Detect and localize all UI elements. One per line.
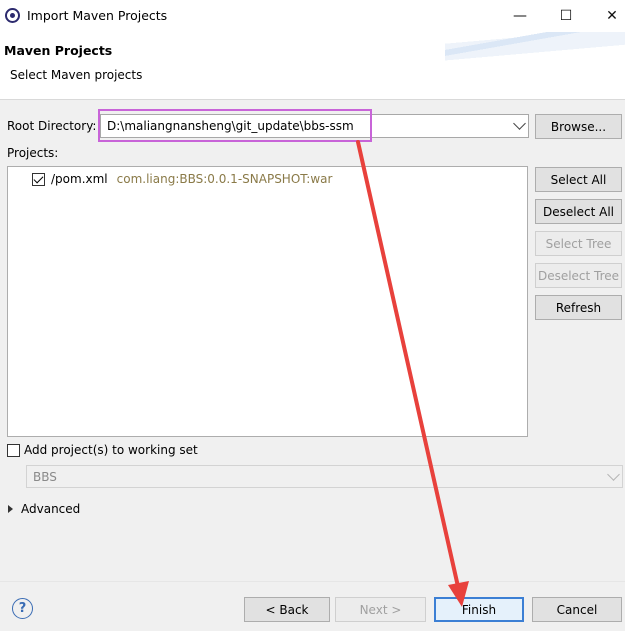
root-directory-label: Root Directory:	[7, 119, 97, 133]
tree-item-coordinates: com.liang:BBS:0.0.1-SNAPSHOT:war	[116, 172, 333, 186]
wizard-header: Maven Projects Select Maven projects	[0, 32, 625, 100]
close-button[interactable]: ✕	[589, 0, 625, 32]
checkbox-icon[interactable]	[32, 172, 45, 186]
page-title: Maven Projects	[4, 43, 113, 58]
page-subtitle: Select Maven projects	[10, 68, 143, 82]
deselect-tree-button[interactable]: Deselect Tree	[535, 263, 622, 288]
banner-decoration	[445, 32, 625, 99]
chevron-down-icon[interactable]	[513, 117, 526, 130]
refresh-button[interactable]: Refresh	[535, 295, 622, 320]
highlight-annotation	[98, 109, 372, 142]
select-tree-button[interactable]: Select Tree	[535, 231, 622, 256]
checkbox-icon[interactable]	[7, 443, 20, 457]
deselect-all-button[interactable]: Deselect All	[535, 199, 622, 224]
finish-button[interactable]: Finish	[434, 597, 524, 622]
eclipse-icon	[5, 8, 20, 23]
working-set-row[interactable]: Add project(s) to working set	[7, 443, 198, 457]
maximize-button[interactable]: ☐	[543, 0, 589, 32]
help-icon[interactable]: ?	[12, 598, 33, 619]
chevron-down-icon[interactable]	[607, 467, 620, 481]
projects-tree[interactable]: /pom.xml com.liang:BBS:0.0.1-SNAPSHOT:wa…	[7, 166, 528, 437]
advanced-label: Advanced	[21, 502, 81, 516]
select-all-button[interactable]: Select All	[535, 167, 622, 192]
advanced-toggle[interactable]: Advanced	[8, 502, 80, 516]
next-button[interactable]: Next >	[335, 597, 426, 622]
browse-button[interactable]: Browse...	[535, 114, 622, 139]
footer-divider	[0, 581, 625, 582]
working-set-label: Add project(s) to working set	[24, 443, 198, 457]
working-set-value: BBS	[33, 469, 57, 484]
cancel-button[interactable]: Cancel	[532, 597, 622, 622]
window-title: Import Maven Projects	[27, 8, 168, 23]
projects-label: Projects:	[7, 146, 59, 160]
title-bar: Import Maven Projects — ☐ ✕	[0, 0, 625, 32]
back-button[interactable]: < Back	[244, 597, 330, 622]
triangle-right-icon[interactable]	[8, 505, 13, 513]
working-set-combo[interactable]: BBS	[26, 465, 623, 488]
minimize-button[interactable]: —	[497, 0, 543, 32]
tree-item[interactable]: /pom.xml com.liang:BBS:0.0.1-SNAPSHOT:wa…	[32, 172, 332, 186]
tree-item-name: /pom.xml	[51, 172, 108, 186]
